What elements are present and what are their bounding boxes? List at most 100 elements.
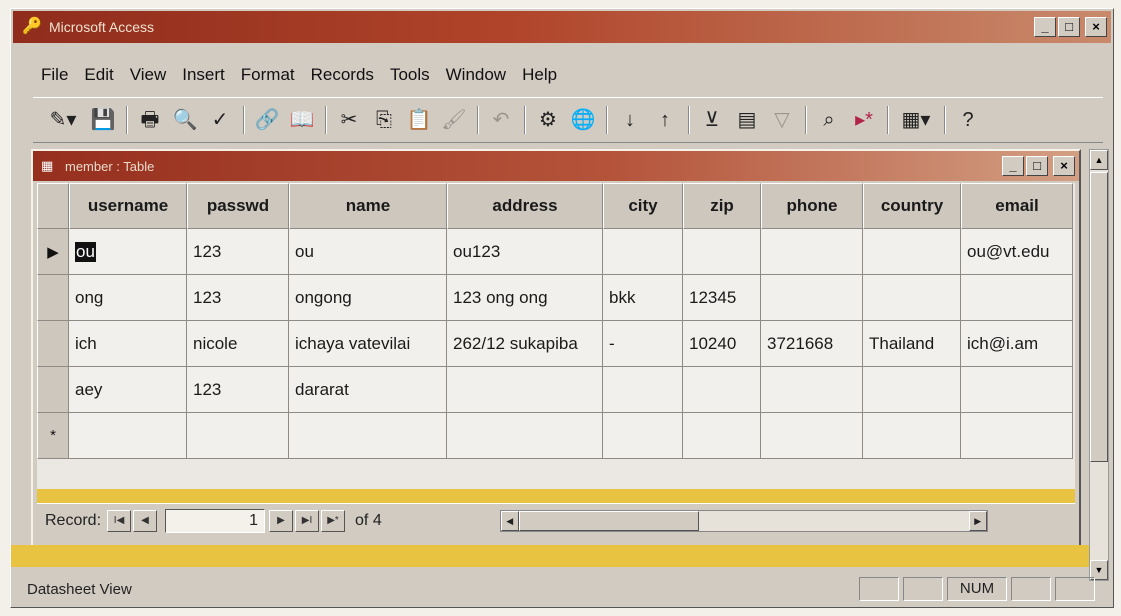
cut-icon[interactable]: ✂ [334,105,364,135]
horizontal-scrollbar[interactable]: ◀ ▶ [499,509,988,532]
previous-record-button[interactable]: ◀ [133,509,158,532]
vertical-scrollbar[interactable]: ▲ ▼ [1089,149,1109,581]
cell-zip[interactable]: 12345 [683,275,761,321]
record-selector[interactable] [37,321,69,367]
cell-name[interactable] [289,413,447,459]
cell-city[interactable] [603,413,683,459]
cell-address[interactable]: 262/12 sukapiba [447,321,603,367]
cell-username[interactable]: aey [69,367,187,413]
format-painter-icon[interactable]: 🖌 [439,105,469,135]
cell-zip[interactable] [683,229,761,275]
cell-passwd[interactable] [187,413,289,459]
cell-email[interactable] [961,413,1073,459]
cell-city[interactable] [603,367,683,413]
menu-insert[interactable]: Insert [182,65,225,85]
record-selector[interactable] [37,275,69,321]
cell-passwd[interactable]: 123 [187,275,289,321]
cell-passwd[interactable]: 123 [187,367,289,413]
record-selector[interactable]: ▶ [37,229,69,275]
save-icon[interactable]: 💾 [88,105,118,135]
insert-hyperlink-icon[interactable]: 🔗 [252,105,282,135]
cell-country[interactable] [863,229,961,275]
cell-name[interactable]: ichaya vatevilai [289,321,447,367]
menu-file[interactable]: File [41,65,68,85]
cell-passwd[interactable]: 123 [187,229,289,275]
scroll-left-icon[interactable]: ◀ [500,510,519,531]
cell-email[interactable]: ich@i.am [961,321,1073,367]
column-header-address[interactable]: address [447,183,603,229]
cell-username[interactable] [69,413,187,459]
column-header-zip[interactable]: zip [683,183,761,229]
cell-username[interactable]: ich [69,321,187,367]
menu-format[interactable]: Format [241,65,295,85]
close-button[interactable]: × [1085,17,1107,37]
column-header-phone[interactable]: phone [761,183,863,229]
find-icon[interactable]: ⌕ [814,105,844,135]
cell-address[interactable] [447,413,603,459]
column-header-name[interactable]: name [289,183,447,229]
table-window-titlebar[interactable]: ▦ member : Table _ □ × [33,151,1079,181]
cell-zip[interactable] [683,413,761,459]
horizontal-scroll-thumb[interactable] [518,510,699,531]
web-toolbar-icon[interactable]: 📖 [287,105,317,135]
menu-records[interactable]: Records [311,65,374,85]
cell-city[interactable] [603,229,683,275]
scroll-right-icon[interactable]: ▶ [968,510,987,531]
spelling-icon[interactable]: ✓ [205,105,235,135]
filter-by-selection-icon[interactable]: ⊻ [697,105,727,135]
table-minimize-button[interactable]: _ [1002,156,1024,176]
record-number-input[interactable]: 1 [165,508,266,533]
column-header-email[interactable]: email [961,183,1073,229]
cell-username[interactable]: ong [69,275,187,321]
sort-ascending-icon[interactable]: ↓ [615,105,645,135]
cell-name[interactable]: ou [289,229,447,275]
undo-icon[interactable]: ↶ [486,105,516,135]
select-all-corner[interactable] [37,183,69,229]
print-icon[interactable]: 🖶 [135,105,165,135]
cell-username[interactable]: ou [69,229,187,275]
vertical-scroll-thumb[interactable] [1090,172,1108,462]
cell-phone[interactable] [761,367,863,413]
cell-phone[interactable] [761,413,863,459]
cell-zip[interactable]: 10240 [683,321,761,367]
design-view-icon[interactable]: ✎▾ [43,105,83,135]
sort-descending-icon[interactable]: ↑ [650,105,680,135]
menu-help[interactable]: Help [522,65,557,85]
apply-filter-icon[interactable]: ▽ [767,105,797,135]
cell-address[interactable]: ou123 [447,229,603,275]
analyze-icon[interactable]: 🌐 [568,105,598,135]
column-header-country[interactable]: country [863,183,961,229]
table-maximize-button[interactable]: □ [1026,156,1048,176]
relationships-icon[interactable]: ⚙ [533,105,563,135]
copy-icon[interactable]: ⎘ [369,105,399,135]
cell-passwd[interactable]: nicole [187,321,289,367]
cell-country[interactable] [863,413,961,459]
cell-phone[interactable] [761,275,863,321]
minimize-button[interactable]: _ [1034,17,1056,37]
cell-name[interactable]: ongong [289,275,447,321]
new-record-selector[interactable]: * [37,413,69,459]
menu-tools[interactable]: Tools [390,65,430,85]
cell-country[interactable] [863,275,961,321]
new-record-button[interactable]: ▶* [321,509,346,532]
table-close-button[interactable]: × [1053,156,1075,176]
cell-country[interactable] [863,367,961,413]
menu-view[interactable]: View [130,65,167,85]
filter-by-form-icon[interactable]: ▤ [732,105,762,135]
menu-edit[interactable]: Edit [84,65,113,85]
cell-city[interactable]: bkk [603,275,683,321]
paste-icon[interactable]: 📋 [404,105,434,135]
cell-phone[interactable]: 3721668 [761,321,863,367]
menu-window[interactable]: Window [446,65,506,85]
cell-address[interactable] [447,367,603,413]
cell-email[interactable] [961,367,1073,413]
cell-zip[interactable] [683,367,761,413]
maximize-button[interactable]: □ [1058,17,1080,37]
database-window-icon[interactable]: ▦▾ [896,105,936,135]
cell-country[interactable]: Thailand [863,321,961,367]
first-record-button[interactable]: I◀ [107,509,132,532]
cell-name[interactable]: dararat [289,367,447,413]
cell-email[interactable] [961,275,1073,321]
cell-phone[interactable] [761,229,863,275]
column-header-username[interactable]: username [69,183,187,229]
